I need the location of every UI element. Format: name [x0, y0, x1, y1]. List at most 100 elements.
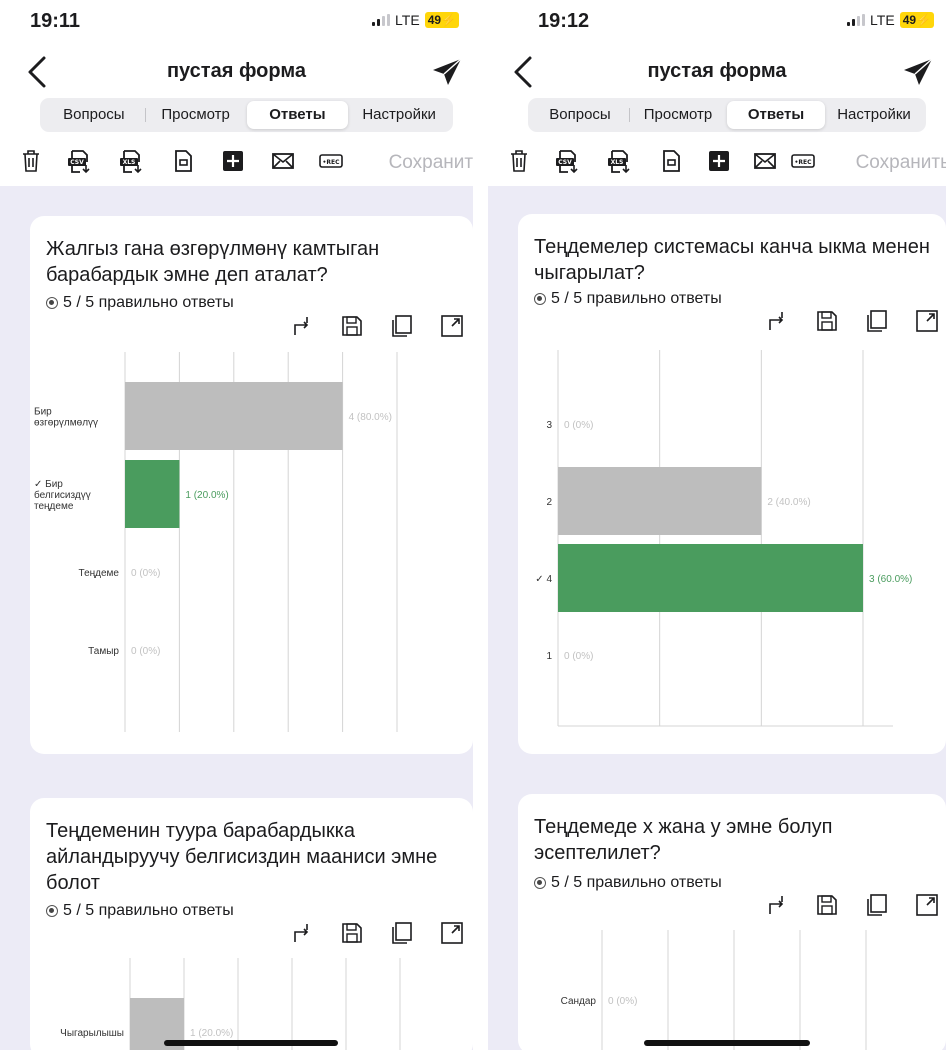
question-card: Теңдемеде х жана у эмне болуп эсептелиле… — [518, 794, 946, 1050]
score-summary: 5 / 5 правильно ответы — [46, 902, 234, 920]
toolbar: CSV XLS •REC Сохранить — [488, 144, 946, 176]
tab-settings[interactable]: Настройки — [825, 101, 923, 129]
svg-text:CSV: CSV — [558, 159, 572, 166]
tab-answers[interactable]: Ответы — [727, 101, 825, 129]
status-time: 19:11 — [30, 10, 81, 32]
xls-export-icon[interactable]: XLS — [606, 148, 632, 174]
send-icon[interactable] — [429, 56, 465, 88]
expand-icon[interactable] — [914, 892, 940, 918]
csv-export-icon[interactable]: CSV — [66, 148, 92, 174]
expand-icon[interactable] — [914, 308, 940, 334]
question-card: Теңдеменин туура барабардыкка айландыруу… — [30, 798, 473, 1050]
status-time: 19:12 — [538, 10, 590, 32]
xls-export-icon[interactable]: XLS — [118, 148, 144, 174]
value-label: 0 (0%) — [564, 651, 593, 662]
signal-icon — [372, 14, 391, 26]
bar-chart: Бир өзгөрүлмөлүү 4 (80.0%) ✓ Бир белгисиздүү… — [34, 352, 398, 732]
swap-icon[interactable] — [764, 308, 790, 334]
save-icon[interactable] — [814, 308, 840, 334]
radio-icon — [46, 905, 58, 917]
swap-icon[interactable] — [289, 313, 315, 339]
svg-text:XLS: XLS — [611, 159, 624, 166]
home-indicator — [644, 1040, 810, 1046]
svg-text:CSV: CSV — [70, 159, 84, 166]
send-icon[interactable] — [900, 56, 936, 88]
bar-chart: 3 0 (0%) 2 2 (40.0%) ✓ 4 3 (60.0%) 1 0 (0%) — [535, 350, 912, 727]
rec-icon[interactable]: •REC — [790, 148, 816, 174]
score-text: 5 / 5 правильно ответы — [551, 290, 722, 307]
question-title: Жалгыз гана өзгөрүлмөнү камтыган барабар… — [46, 238, 380, 286]
copy-icon[interactable] — [864, 892, 890, 918]
value-label: 0 (0%) — [131, 568, 160, 579]
category-label: 2 — [546, 497, 552, 508]
home-indicator — [164, 1040, 338, 1046]
rec-icon[interactable]: •REC — [318, 148, 344, 174]
document-icon[interactable] — [658, 148, 684, 174]
value-label: 4 (80.0%) — [349, 412, 392, 423]
save-icon[interactable] — [814, 892, 840, 918]
battery-level: 49 — [902, 13, 917, 27]
value-label: 2 (40.0%) — [767, 497, 810, 508]
category-label: Бир өзгөрүлмөлүү — [34, 407, 98, 429]
category-label: ✓ 4 — [535, 574, 552, 585]
expand-icon[interactable] — [439, 920, 465, 946]
page-title: пустая форма — [166, 60, 307, 82]
tab-questions[interactable]: Вопросы — [43, 101, 145, 129]
radio-icon — [46, 297, 58, 309]
save-button[interactable]: Сохранить — [856, 152, 946, 174]
tab-settings[interactable]: Настройки — [348, 101, 450, 129]
score-text: 5 / 5 правильно ответы — [551, 874, 722, 891]
save-icon[interactable] — [339, 313, 365, 339]
tab-preview[interactable]: Просмотр — [144, 101, 247, 129]
card-actions — [265, 313, 465, 341]
category-label: 1 — [546, 651, 552, 662]
battery-level: 49 — [427, 13, 442, 27]
score-summary: 5 / 5 правильно ответы — [534, 290, 722, 308]
score-text: 5 / 5 правильно ответы — [63, 294, 234, 311]
toolbar: CSV XLS •REC Сохранить — [0, 144, 473, 176]
page-title: пустая форма — [647, 60, 787, 82]
copy-icon[interactable] — [389, 920, 415, 946]
swap-icon[interactable] — [764, 892, 790, 918]
csv-export-icon[interactable]: CSV — [554, 148, 580, 174]
document-icon[interactable] — [170, 148, 196, 174]
battery-icon: 49⚡ — [424, 12, 459, 28]
trash-icon[interactable] — [506, 148, 532, 174]
svg-text:XLS: XLS — [123, 159, 136, 166]
question-title: Теңдемеде х жана у эмне болуп эсептелиле… — [534, 816, 833, 864]
copy-icon[interactable] — [389, 313, 415, 339]
radio-icon — [534, 293, 546, 305]
value-label: 3 (60.0%) — [869, 574, 912, 585]
mail-icon[interactable] — [270, 148, 296, 174]
category-label: Сандар — [561, 996, 597, 1007]
save-button[interactable]: Сохранить — [389, 152, 473, 174]
expand-icon[interactable] — [439, 313, 465, 339]
screen-right: 19:12 LTE 49⚡ пустая форма Вопросы Просм… — [488, 0, 946, 1050]
score-summary: 5 / 5 правильно ответы — [534, 874, 722, 892]
value-label: 0 (0%) — [131, 646, 160, 657]
swap-icon[interactable] — [289, 920, 315, 946]
bar — [125, 460, 180, 528]
save-icon[interactable] — [339, 920, 365, 946]
nav-bar: пустая форма — [0, 52, 473, 94]
value-label: 0 (0%) — [564, 420, 593, 431]
card-actions — [265, 920, 465, 948]
add-icon[interactable] — [706, 148, 732, 174]
bar — [558, 467, 762, 535]
category-label: Чыгарылышы — [60, 1028, 124, 1039]
mail-icon[interactable] — [752, 148, 778, 174]
tab-questions[interactable]: Вопросы — [531, 101, 629, 129]
radio-icon — [534, 877, 546, 889]
screen-left: 19:11 LTE 49⚡ пустая форма Вопросы Просм… — [0, 0, 473, 1050]
category-label: 3 — [546, 420, 552, 431]
copy-icon[interactable] — [864, 308, 890, 334]
nav-bar: пустая форма — [488, 52, 946, 94]
category-label: ✓ Бир белгисиздүү теңдеме — [34, 479, 91, 512]
tab-answers[interactable]: Ответы — [246, 101, 349, 129]
add-icon[interactable] — [220, 148, 246, 174]
bar — [125, 382, 343, 450]
score-text: 5 / 5 правильно ответы — [63, 902, 234, 919]
svg-text:•REC: •REC — [323, 159, 341, 166]
tab-preview[interactable]: Просмотр — [629, 101, 727, 129]
trash-icon[interactable] — [18, 148, 44, 174]
